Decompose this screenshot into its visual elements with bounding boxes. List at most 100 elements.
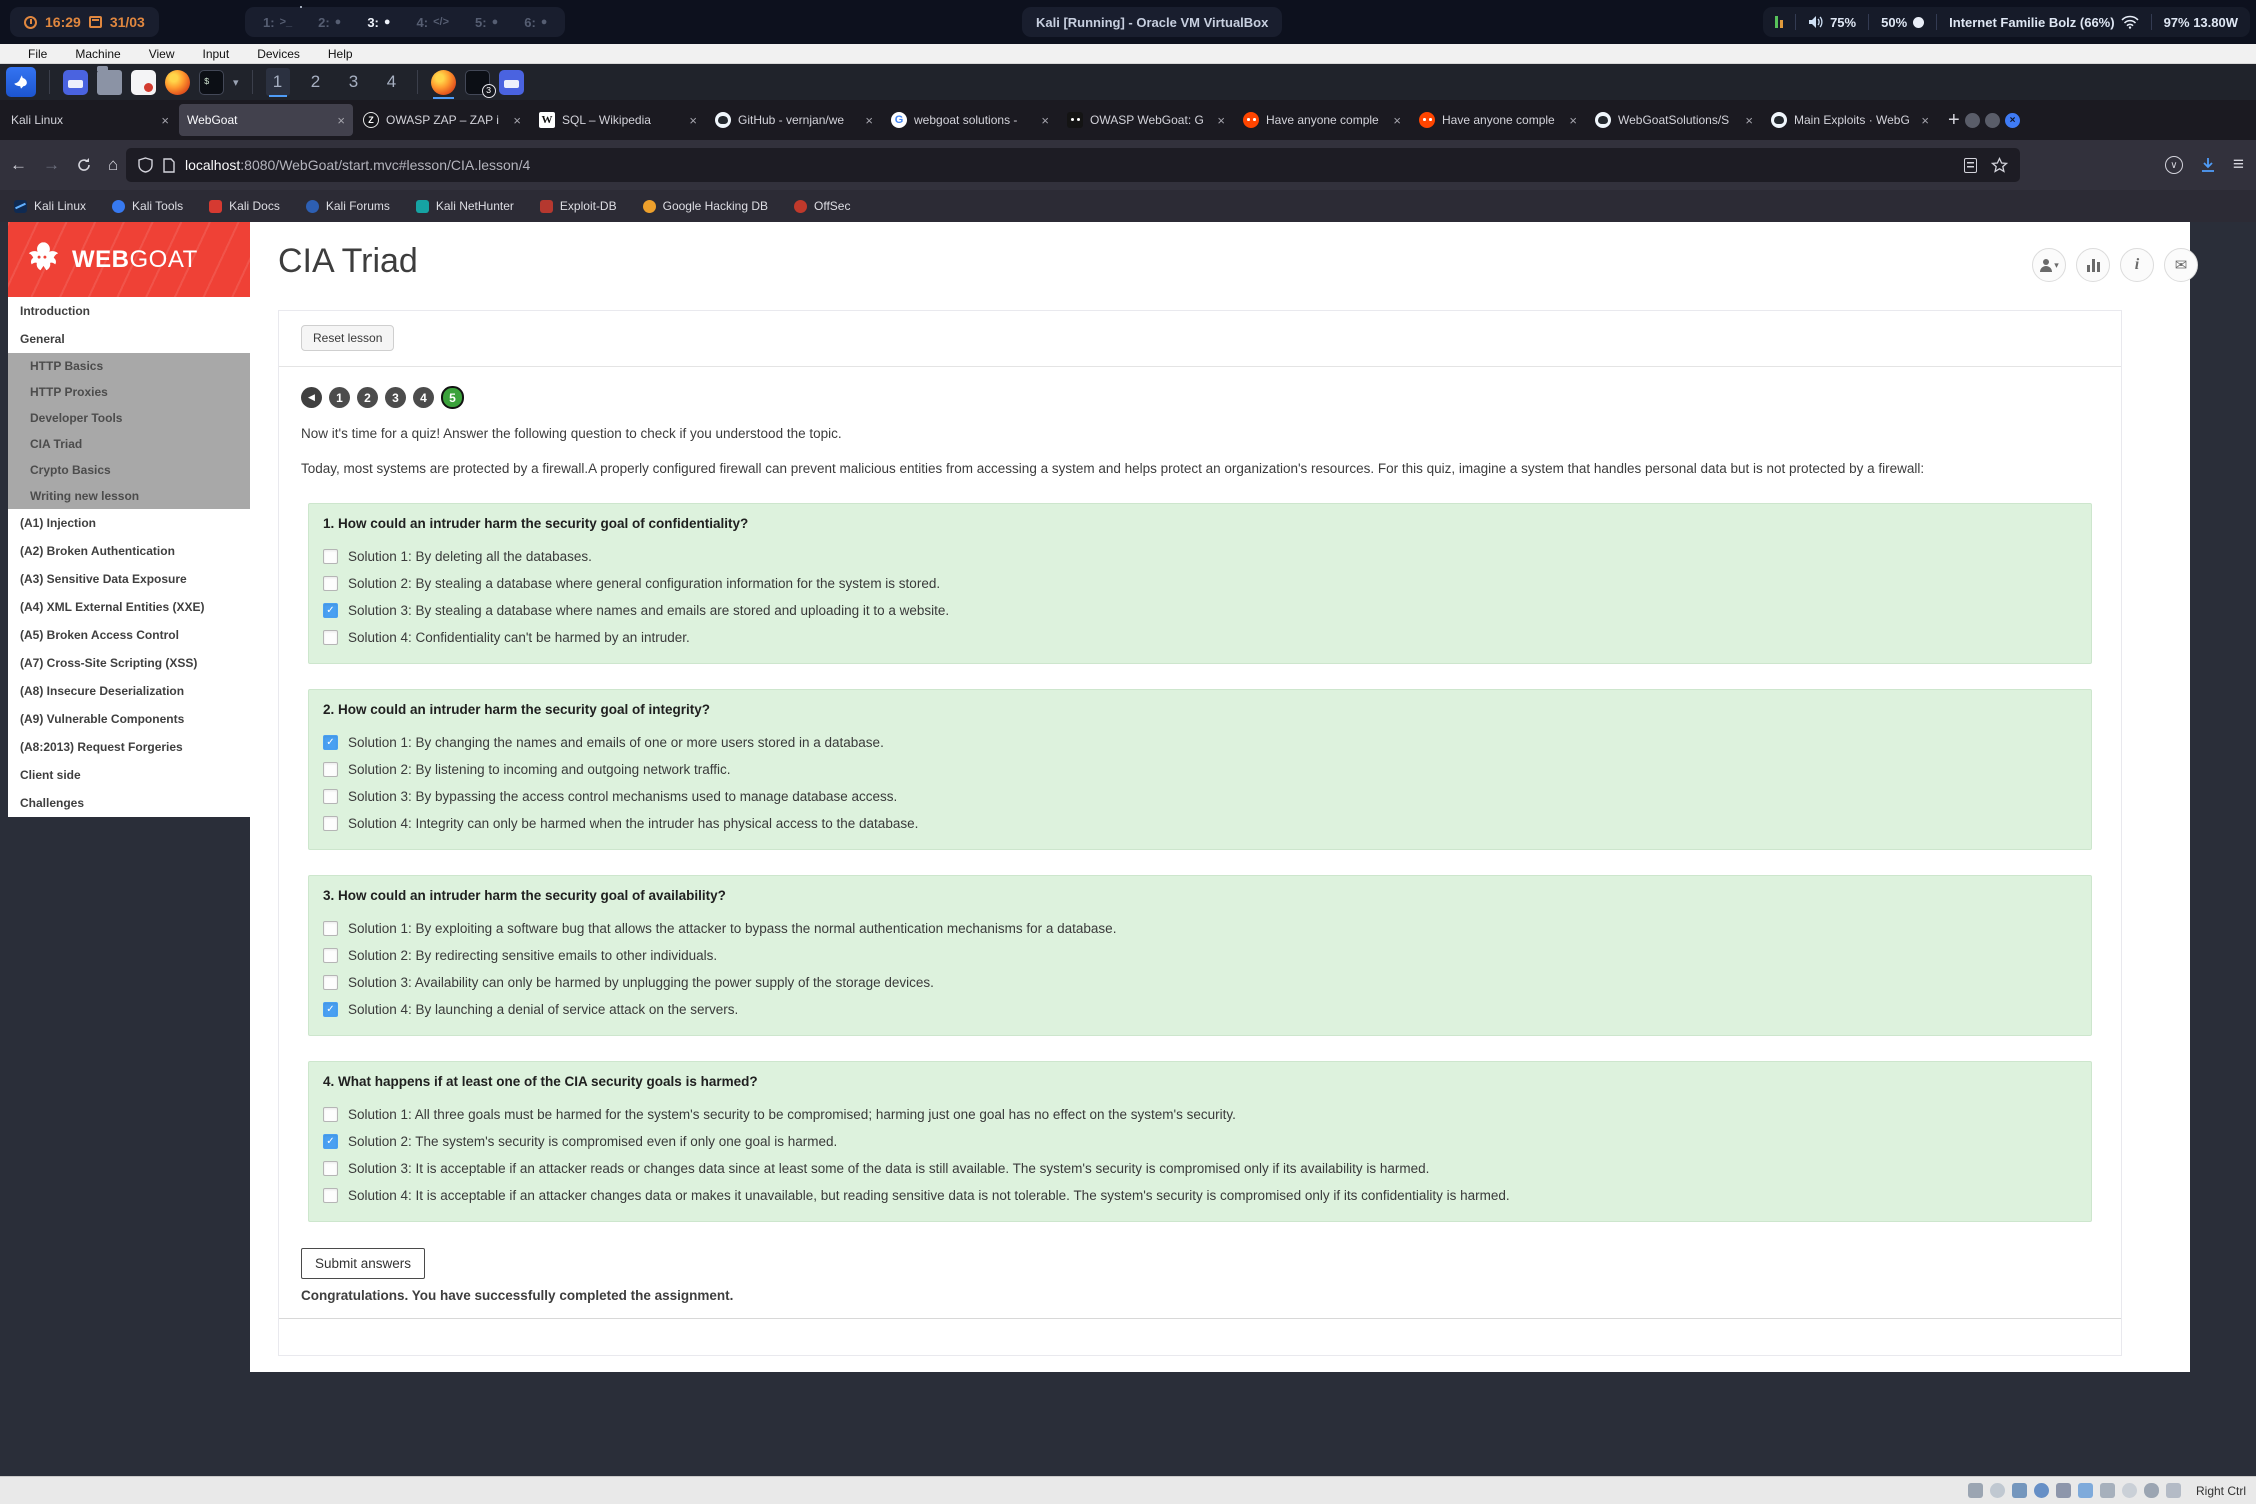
option-checkbox[interactable] [323, 1002, 338, 1017]
option-label[interactable]: Solution 2: By redirecting sensitive ema… [348, 948, 717, 963]
browser-tab[interactable]: GitHub - vernjan/we × [707, 104, 881, 136]
pagination-prev-button[interactable]: ◀ [301, 387, 322, 408]
option-label[interactable]: Solution 2: By stealing a database where… [348, 576, 940, 591]
submit-answers-button[interactable]: Submit answers [301, 1248, 425, 1279]
option-label[interactable]: Solution 4: Confidentiality can't be har… [348, 630, 690, 645]
network-indicator[interactable]: Internet Familie Bolz (66%) [1949, 15, 2138, 30]
page-info-icon[interactable] [163, 158, 175, 173]
host-workspace[interactable]: 5: ● [475, 15, 498, 30]
sidebar-item[interactable]: General ✓ › [8, 325, 250, 353]
browser-tab[interactable]: Have anyone comple × [1235, 104, 1409, 136]
tab-close-icon[interactable]: × [1217, 113, 1225, 128]
option-label[interactable]: Solution 3: By stealing a database where… [348, 603, 949, 618]
browser-tab[interactable]: WebGoatSolutions/S × [1587, 104, 1761, 136]
bookmark-item[interactable]: Kali Linux [14, 199, 86, 213]
minimize-button[interactable] [1965, 113, 1980, 128]
guest-workspace[interactable]: 4 [380, 68, 404, 96]
sidebar-item[interactable]: (A4) XML External Entities (XXE) ✓ › [8, 593, 250, 621]
pagination-page-button[interactable]: 3 [385, 387, 406, 408]
pagination-page-button[interactable]: 5 [441, 386, 464, 409]
home-icon[interactable]: ⌂ [108, 155, 118, 175]
maximize-button[interactable] [1985, 113, 2000, 128]
host-workspace[interactable]: 6: ● [524, 15, 547, 30]
tab-close-icon[interactable]: × [689, 113, 697, 128]
optical-disc-status-icon[interactable] [1990, 1483, 2005, 1498]
terminal-launcher-icon[interactable]: $ [199, 70, 224, 95]
tab-close-icon[interactable]: × [1393, 113, 1401, 128]
brightness-indicator[interactable]: 50% [1881, 15, 1924, 30]
option-checkbox[interactable] [323, 603, 338, 618]
option-label[interactable]: Solution 3: Availability can only be har… [348, 975, 934, 990]
vbox-menu-item[interactable]: Machine [75, 47, 120, 61]
browser-tab[interactable]: OWASP WebGoat: G × [1059, 104, 1233, 136]
quiz-option-row[interactable]: Solution 2: The system's security is com… [323, 1128, 2077, 1155]
guest-workspace[interactable]: 2 [304, 68, 328, 96]
download-icon[interactable] [2200, 157, 2216, 173]
host-workspace[interactable]: 1: >_ [263, 15, 292, 30]
option-checkbox[interactable] [323, 789, 338, 804]
back-icon[interactable]: ← [10, 155, 27, 175]
tab-close-icon[interactable]: × [1921, 113, 1929, 128]
option-label[interactable]: Solution 1: By exploiting a software bug… [348, 921, 1116, 936]
folder-icon[interactable] [97, 70, 122, 95]
option-checkbox[interactable] [323, 735, 338, 750]
report-card-button[interactable] [2076, 248, 2110, 282]
option-label[interactable]: Solution 1: All three goals must be harm… [348, 1107, 1236, 1122]
option-label[interactable]: Solution 4: Integrity can only be harmed… [348, 816, 918, 831]
bookmark-item[interactable]: Kali Forums [306, 199, 390, 213]
quiz-option-row[interactable]: Solution 2: By redirecting sensitive ema… [323, 942, 2077, 969]
option-label[interactable]: Solution 1: By changing the names and em… [348, 735, 884, 750]
option-checkbox[interactable] [323, 975, 338, 990]
browser-tab[interactable]: Have anyone comple × [1411, 104, 1585, 136]
hdd-status-icon[interactable] [1968, 1483, 1983, 1498]
pagination-page-button[interactable]: 4 [413, 387, 434, 408]
sidebar-item[interactable]: (A3) Sensitive Data Exposure ✓ › [8, 565, 250, 593]
sidebar-item[interactable]: CIA Triad ✓ › [8, 431, 250, 457]
sidebar-item[interactable]: (A8) Insecure Deserialization ✓ › [8, 677, 250, 705]
option-checkbox[interactable] [323, 549, 338, 564]
option-checkbox[interactable] [323, 948, 338, 963]
option-label[interactable]: Solution 2: The system's security is com… [348, 1134, 837, 1149]
quiz-option-row[interactable]: Solution 2: By stealing a database where… [323, 570, 2077, 597]
quiz-option-row[interactable]: Solution 3: By stealing a database where… [323, 597, 2077, 624]
quiz-option-row[interactable]: Solution 4: It is acceptable if an attac… [323, 1182, 2077, 1209]
sidebar-item[interactable]: (A8:2013) Request Forgeries ✓ › [8, 733, 250, 761]
sidebar-item[interactable]: (A1) Injection ✓ › [8, 509, 250, 537]
option-label[interactable]: Solution 3: By bypassing the access cont… [348, 789, 897, 804]
bookmark-item[interactable]: OffSec [794, 199, 850, 213]
system-monitor-icon[interactable] [1775, 16, 1783, 28]
option-checkbox[interactable] [323, 762, 338, 777]
quiz-option-row[interactable]: Solution 3: It is acceptable if an attac… [323, 1155, 2077, 1182]
reset-lesson-button[interactable]: Reset lesson [301, 325, 394, 351]
bookmark-item[interactable]: Kali NetHunter [416, 199, 514, 213]
tab-close-icon[interactable]: × [1041, 113, 1049, 128]
browser-tab[interactable]: OWASP ZAP – ZAP i × [355, 104, 529, 136]
network-status-icon[interactable] [2034, 1483, 2049, 1498]
display-status-icon[interactable] [2100, 1483, 2115, 1498]
contact-button[interactable]: ✉ [2164, 248, 2198, 282]
host-workspace[interactable]: 3: ● [367, 15, 390, 30]
sidebar-item[interactable]: (A2) Broken Authentication ✓ › [8, 537, 250, 565]
tab-close-icon[interactable]: × [1745, 113, 1753, 128]
tab-close-icon[interactable]: × [161, 113, 169, 128]
pocket-icon[interactable]: ∨ [2165, 156, 2183, 174]
vbox-menu-item[interactable]: Devices [257, 47, 300, 61]
sidebar-item[interactable]: Writing new lesson ✓ › [8, 483, 250, 509]
firefox-task-icon[interactable] [431, 70, 456, 95]
quiz-option-row[interactable]: Solution 3: Availability can only be har… [323, 969, 2077, 996]
option-label[interactable]: Solution 4: By launching a denial of ser… [348, 1002, 738, 1017]
files-task-icon[interactable] [499, 70, 524, 95]
mouse-integration-status-icon[interactable] [2144, 1483, 2159, 1498]
browser-tab[interactable]: Kali Linux × [3, 104, 177, 136]
option-checkbox[interactable] [323, 1161, 338, 1176]
vbox-menu-item[interactable]: File [28, 47, 47, 61]
quiz-option-row[interactable]: Solution 1: By deleting all the database… [323, 543, 2077, 570]
quiz-option-row[interactable]: Solution 3: By bypassing the access cont… [323, 783, 2077, 810]
guest-workspace[interactable]: 1 [266, 68, 290, 96]
bookmark-star-icon[interactable] [1991, 157, 2008, 173]
browser-tab[interactable]: webgoat solutions - × [883, 104, 1057, 136]
host-workspace[interactable]: 2: ● [318, 15, 341, 30]
tab-close-icon[interactable]: × [1569, 113, 1577, 128]
sidebar-item[interactable]: Introduction ✓ › [8, 297, 250, 325]
sidebar-item[interactable]: Crypto Basics ✓ › [8, 457, 250, 483]
